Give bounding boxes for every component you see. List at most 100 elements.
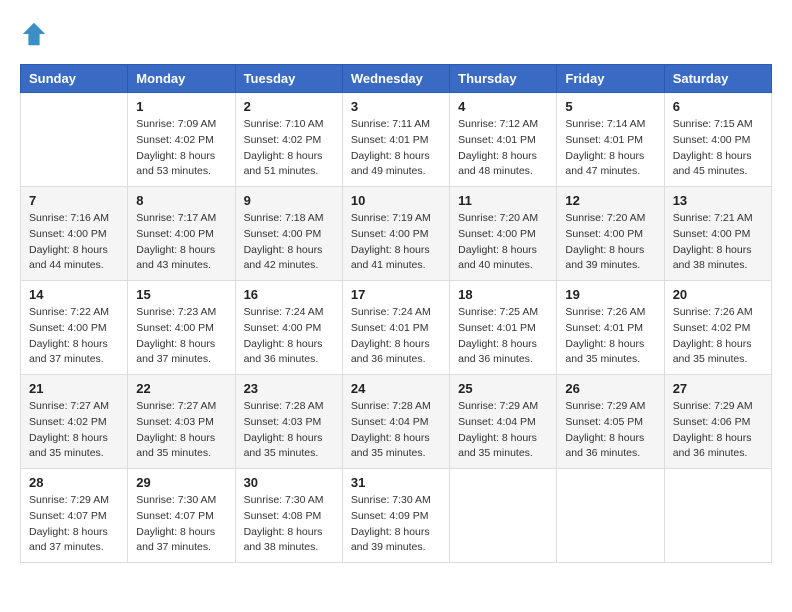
page-header [20, 20, 772, 48]
day-info: Sunrise: 7:27 AMSunset: 4:03 PMDaylight:… [136, 399, 226, 462]
calendar-cell [21, 93, 128, 187]
calendar-cell: 15Sunrise: 7:23 AMSunset: 4:00 PMDayligh… [128, 281, 235, 375]
day-info: Sunrise: 7:20 AMSunset: 4:00 PMDaylight:… [458, 211, 548, 274]
day-info: Sunrise: 7:16 AMSunset: 4:00 PMDaylight:… [29, 211, 119, 274]
calendar-week-row: 28 Sunrise: 7:29 AMSunset: 4:07 PMDayligh… [21, 469, 772, 563]
calendar-cell: 2 Sunrise: 7:10 AMSunset: 4:02 PMDaylight… [235, 93, 342, 187]
day-number: 19 [565, 287, 655, 302]
day-number: 18 [458, 287, 548, 302]
calendar-cell: 21 Sunrise: 7:27 AMSunset: 4:02 PMDayligh… [21, 375, 128, 469]
calendar-header-row: SundayMondayTuesdayWednesdayThursdayFrid… [21, 65, 772, 93]
day-info: Sunrise: 7:20 AMSunset: 4:00 PMDaylight:… [565, 211, 655, 274]
header-monday: Monday [128, 65, 235, 93]
calendar-cell [664, 469, 771, 563]
day-number: 11 [458, 193, 548, 208]
day-number: 29 [136, 475, 226, 490]
day-number: 20 [673, 287, 763, 302]
day-number: 23 [244, 381, 334, 396]
calendar-cell: 13 Sunrise: 7:21 AMSunset: 4:00 PMDayligh… [664, 187, 771, 281]
day-info: Sunrise: 7:11 AMSunset: 4:01 PMDaylight:… [351, 117, 441, 180]
day-info: Sunrise: 7:29 AMSunset: 4:05 PMDaylight:… [565, 399, 655, 462]
day-number: 16 [244, 287, 334, 302]
calendar-cell: 3 Sunrise: 7:11 AMSunset: 4:01 PMDaylight… [342, 93, 449, 187]
calendar-cell: 30 Sunrise: 7:30 AMSunset: 4:08 PMDayligh… [235, 469, 342, 563]
header-saturday: Saturday [664, 65, 771, 93]
day-number: 30 [244, 475, 334, 490]
day-info: Sunrise: 7:09 AMSunset: 4:02 PMDaylight:… [136, 117, 226, 180]
calendar-cell: 5Sunrise: 7:14 AMSunset: 4:01 PMDaylight… [557, 93, 664, 187]
day-number: 25 [458, 381, 548, 396]
calendar-cell: 11 Sunrise: 7:20 AMSunset: 4:00 PMDayligh… [450, 187, 557, 281]
day-info: Sunrise: 7:17 AMSunset: 4:00 PMDaylight:… [136, 211, 226, 274]
day-info: Sunrise: 7:24 AMSunset: 4:00 PMDaylight:… [244, 305, 334, 368]
day-number: 7 [29, 193, 119, 208]
calendar-cell: 1Sunrise: 7:09 AMSunset: 4:02 PMDaylight… [128, 93, 235, 187]
day-info: Sunrise: 7:26 AMSunset: 4:02 PMDaylight:… [673, 305, 763, 368]
day-info: Sunrise: 7:27 AMSunset: 4:02 PMDaylight:… [29, 399, 119, 462]
day-info: Sunrise: 7:15 AMSunset: 4:00 PMDaylight:… [673, 117, 763, 180]
header-tuesday: Tuesday [235, 65, 342, 93]
calendar-cell [557, 469, 664, 563]
calendar-cell: 17 Sunrise: 7:24 AMSunset: 4:01 PMDayligh… [342, 281, 449, 375]
calendar-cell: 31 Sunrise: 7:30 AMSunset: 4:09 PMDayligh… [342, 469, 449, 563]
day-info: Sunrise: 7:30 AMSunset: 4:09 PMDaylight:… [351, 493, 441, 556]
day-info: Sunrise: 7:30 AMSunset: 4:08 PMDaylight:… [244, 493, 334, 556]
header-wednesday: Wednesday [342, 65, 449, 93]
calendar-cell: 9 Sunrise: 7:18 AMSunset: 4:00 PMDaylight… [235, 187, 342, 281]
calendar-cell: 6 Sunrise: 7:15 AMSunset: 4:00 PMDaylight… [664, 93, 771, 187]
logo-icon [20, 20, 48, 48]
day-number: 31 [351, 475, 441, 490]
calendar-cell: 28 Sunrise: 7:29 AMSunset: 4:07 PMDayligh… [21, 469, 128, 563]
day-info: Sunrise: 7:18 AMSunset: 4:00 PMDaylight:… [244, 211, 334, 274]
day-info: Sunrise: 7:19 AMSunset: 4:00 PMDaylight:… [351, 211, 441, 274]
day-info: Sunrise: 7:28 AMSunset: 4:04 PMDaylight:… [351, 399, 441, 462]
day-info: Sunrise: 7:29 AMSunset: 4:07 PMDaylight:… [29, 493, 119, 556]
day-number: 2 [244, 99, 334, 114]
day-info: Sunrise: 7:23 AMSunset: 4:00 PMDaylight:… [136, 305, 226, 368]
day-info: Sunrise: 7:21 AMSunset: 4:00 PMDaylight:… [673, 211, 763, 274]
calendar-week-row: 7 Sunrise: 7:16 AMSunset: 4:00 PMDaylight… [21, 187, 772, 281]
day-info: Sunrise: 7:30 AMSunset: 4:07 PMDaylight:… [136, 493, 226, 556]
day-number: 3 [351, 99, 441, 114]
day-number: 13 [673, 193, 763, 208]
calendar-week-row: 14Sunrise: 7:22 AMSunset: 4:00 PMDayligh… [21, 281, 772, 375]
calendar-cell: 10 Sunrise: 7:19 AMSunset: 4:00 PMDayligh… [342, 187, 449, 281]
day-number: 6 [673, 99, 763, 114]
calendar-cell: 25 Sunrise: 7:29 AMSunset: 4:04 PMDayligh… [450, 375, 557, 469]
calendar-week-row: 1Sunrise: 7:09 AMSunset: 4:02 PMDaylight… [21, 93, 772, 187]
day-number: 12 [565, 193, 655, 208]
calendar-week-row: 21 Sunrise: 7:27 AMSunset: 4:02 PMDayligh… [21, 375, 772, 469]
day-number: 10 [351, 193, 441, 208]
day-info: Sunrise: 7:26 AMSunset: 4:01 PMDaylight:… [565, 305, 655, 368]
day-info: Sunrise: 7:10 AMSunset: 4:02 PMDaylight:… [244, 117, 334, 180]
calendar-cell: 22 Sunrise: 7:27 AMSunset: 4:03 PMDayligh… [128, 375, 235, 469]
header-thursday: Thursday [450, 65, 557, 93]
day-info: Sunrise: 7:12 AMSunset: 4:01 PMDaylight:… [458, 117, 548, 180]
calendar-cell: 26 Sunrise: 7:29 AMSunset: 4:05 PMDayligh… [557, 375, 664, 469]
calendar-cell [450, 469, 557, 563]
calendar-cell: 8Sunrise: 7:17 AMSunset: 4:00 PMDaylight… [128, 187, 235, 281]
day-info: Sunrise: 7:25 AMSunset: 4:01 PMDaylight:… [458, 305, 548, 368]
calendar-cell: 12 Sunrise: 7:20 AMSunset: 4:00 PMDayligh… [557, 187, 664, 281]
day-number: 27 [673, 381, 763, 396]
calendar-cell: 29 Sunrise: 7:30 AMSunset: 4:07 PMDayligh… [128, 469, 235, 563]
calendar-cell: 18 Sunrise: 7:25 AMSunset: 4:01 PMDayligh… [450, 281, 557, 375]
day-number: 26 [565, 381, 655, 396]
day-info: Sunrise: 7:24 AMSunset: 4:01 PMDaylight:… [351, 305, 441, 368]
day-number: 14 [29, 287, 119, 302]
day-number: 28 [29, 475, 119, 490]
calendar-cell: 23Sunrise: 7:28 AMSunset: 4:03 PMDayligh… [235, 375, 342, 469]
day-number: 17 [351, 287, 441, 302]
calendar-cell: 7 Sunrise: 7:16 AMSunset: 4:00 PMDaylight… [21, 187, 128, 281]
header-friday: Friday [557, 65, 664, 93]
day-info: Sunrise: 7:29 AMSunset: 4:04 PMDaylight:… [458, 399, 548, 462]
day-info: Sunrise: 7:29 AMSunset: 4:06 PMDaylight:… [673, 399, 763, 462]
day-number: 9 [244, 193, 334, 208]
day-number: 21 [29, 381, 119, 396]
logo [20, 20, 52, 48]
calendar-cell: 20 Sunrise: 7:26 AMSunset: 4:02 PMDayligh… [664, 281, 771, 375]
calendar-table: SundayMondayTuesdayWednesdayThursdayFrid… [20, 64, 772, 563]
day-number: 4 [458, 99, 548, 114]
day-number: 5 [565, 99, 655, 114]
day-number: 22 [136, 381, 226, 396]
